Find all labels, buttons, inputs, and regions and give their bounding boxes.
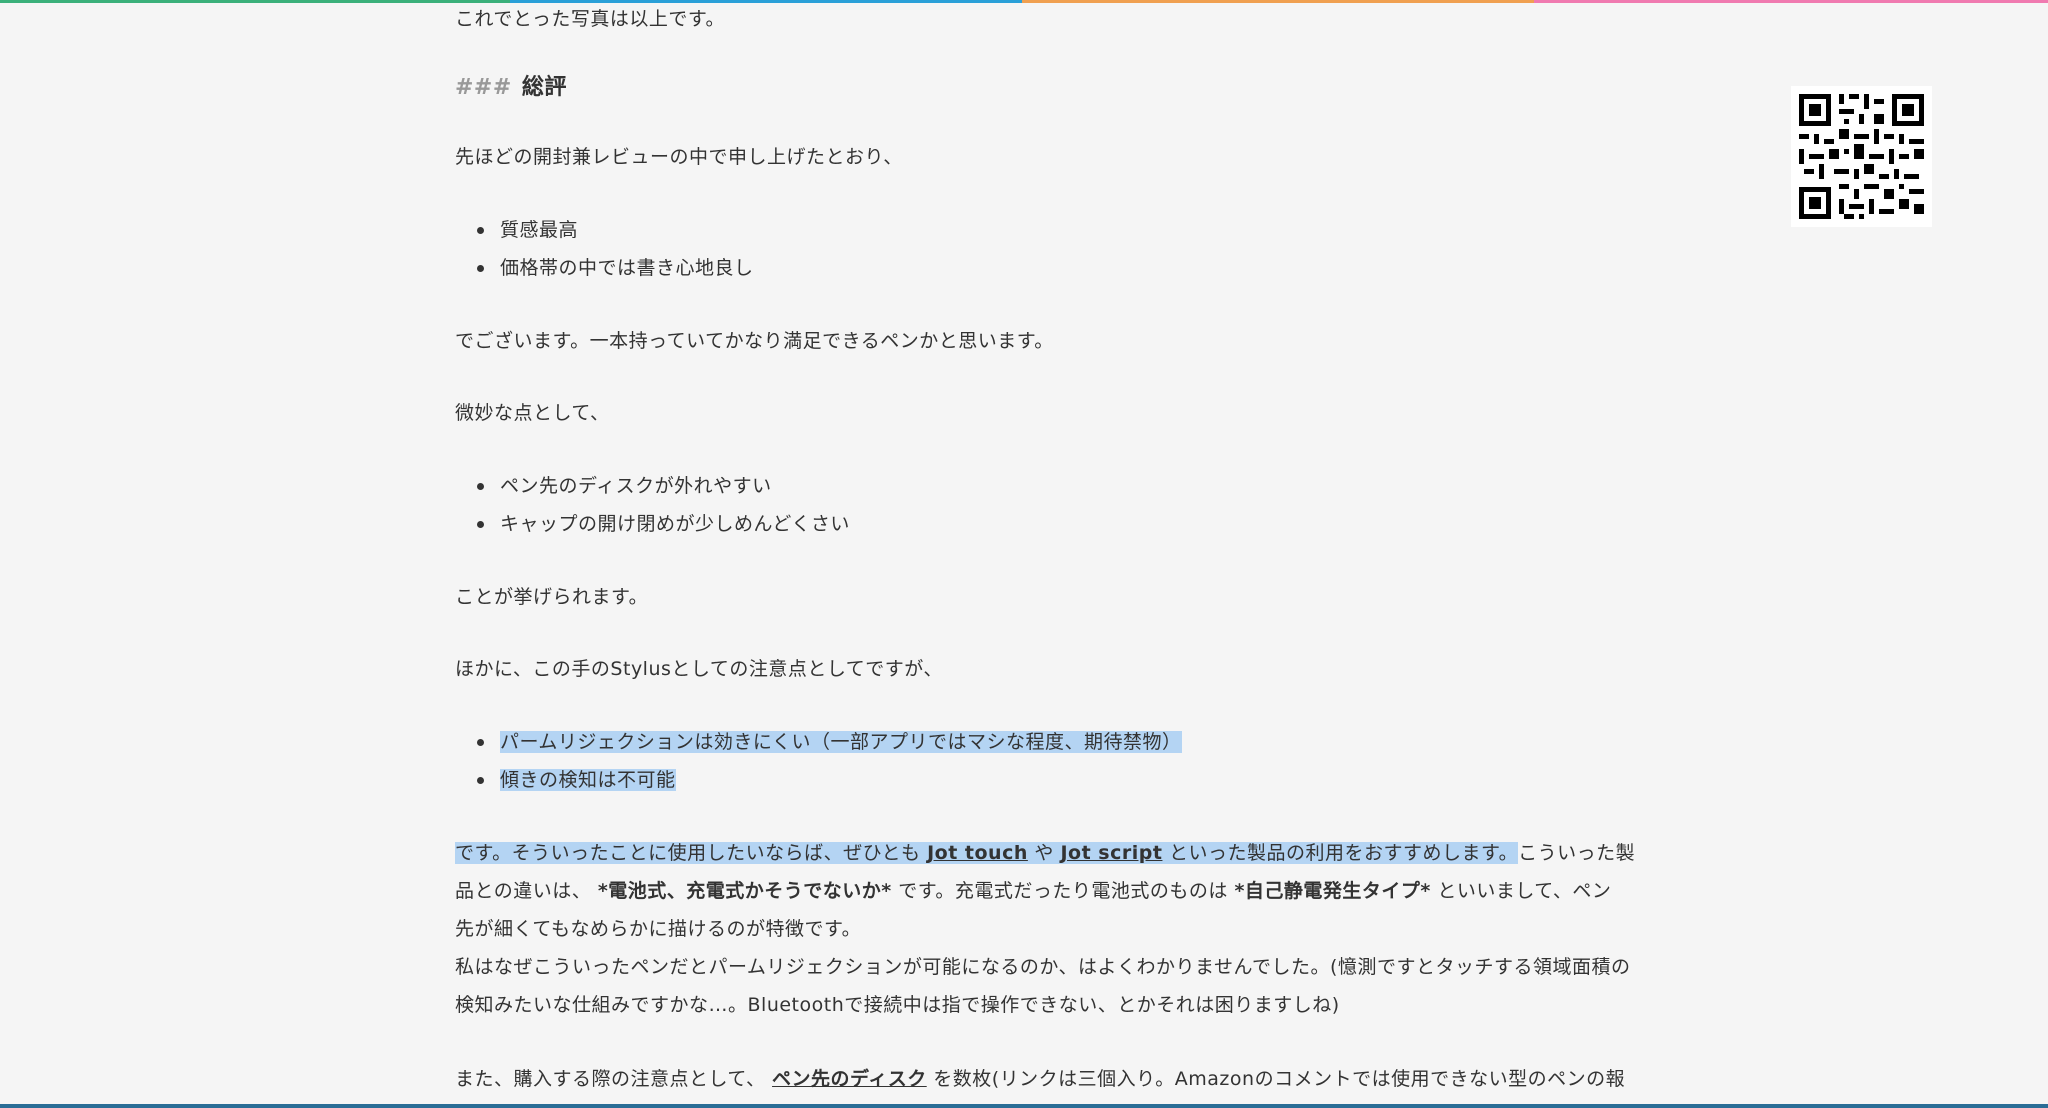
pen-tip-disc-link[interactable]: ペン先のディスク bbox=[772, 1068, 927, 1090]
bottom-accent-bar bbox=[0, 1104, 2048, 1108]
selected-text: です。そういったことに使用したいならば、ぜひとも Jot touch や Jot… bbox=[455, 842, 1519, 864]
bold-text: *電池式、充電式かそうでないか* bbox=[597, 880, 892, 902]
accent-orange bbox=[1022, 0, 1534, 3]
list-item: 質感最高 bbox=[500, 219, 579, 241]
bullet-dot bbox=[477, 265, 484, 272]
paragraph-purchase: また、購入する際の注意点として、 ペン先のディスク を数枚(リンクは三個入り。A… bbox=[455, 1060, 1625, 1098]
text-span: といいまして、ペン bbox=[1437, 880, 1612, 902]
paragraph-recommend-line1: です。そういったことに使用したいならば、ぜひとも Jot touch や Jot… bbox=[455, 834, 1635, 872]
list-item: ペン先のディスクが外れやすい bbox=[500, 475, 772, 497]
paragraph-summary: でございます。一本持っていてかなり満足できるペンかと思います。 bbox=[455, 330, 1054, 352]
section-heading: ### 総評 bbox=[455, 69, 567, 107]
list-item: 価格帯の中では書き心地良し bbox=[500, 257, 754, 279]
text-span: といった製品の利用をおすすめします。 bbox=[1169, 842, 1519, 864]
heading-text: 総評 bbox=[521, 75, 567, 100]
text-span: こういった製 bbox=[1518, 842, 1636, 864]
intro-end-text: これでとった写真は以上です。 bbox=[455, 8, 725, 30]
top-accent-bar bbox=[0, 0, 2048, 3]
paragraph-review-ref: 先ほどの開封兼レビューの中で申し上げたとおり、 bbox=[455, 146, 903, 168]
text-span: を数枚(リンクは三個入り。Amazonのコメントでは使用できない型のペンの報 bbox=[933, 1068, 1626, 1090]
paragraph-palm-line2: 検知みたいな仕組みですかな…。Bluetoothで接続中は指で操作できない、とか… bbox=[455, 994, 1340, 1016]
heading-marker: ### bbox=[455, 75, 512, 100]
selected-text: パームリジェクションは効きにくい（一部アプリではマシな程度、期待禁物） bbox=[500, 731, 1182, 753]
accent-green bbox=[0, 0, 510, 3]
paragraph-recommend-line3: 先が細くてもなめらかに描けるのが特徴です。 bbox=[455, 918, 862, 940]
paragraph-cons-end: ことが挙げられます。 bbox=[455, 586, 649, 608]
bullet-dot bbox=[477, 739, 484, 746]
bullet-dot bbox=[477, 483, 484, 490]
list-item: 傾きの検知は不可能 bbox=[500, 761, 676, 799]
text-span: 品との違いは、 bbox=[455, 880, 592, 902]
paragraph-palm-line1: 私はなぜこういったペンだとパームリジェクションが可能になるのか、はよくわかりませ… bbox=[455, 956, 1631, 978]
list-item: パームリジェクションは効きにくい（一部アプリではマシな程度、期待禁物） bbox=[500, 723, 1182, 761]
paragraph-stylus-intro: ほかに、この手のStylusとしての注意点としてですが、 bbox=[455, 658, 943, 680]
text-span: です。充電式だったり電池式のものは bbox=[898, 880, 1228, 902]
bullet-dot bbox=[477, 521, 484, 528]
paragraph-recommend-line2: 品との違いは、 *電池式、充電式かそうでないか* です。充電式だったり電池式のも… bbox=[455, 872, 1611, 910]
paragraph-cons-intro: 微妙な点として、 bbox=[455, 402, 610, 424]
text-span: です。そういったことに使用したいならば、ぜひとも bbox=[455, 842, 921, 864]
selected-text: 傾きの検知は不可能 bbox=[500, 769, 676, 791]
bold-text: *自己静電発生タイプ* bbox=[1234, 880, 1431, 902]
accent-pink bbox=[1534, 0, 2048, 3]
jot-script-link[interactable]: Jot script bbox=[1060, 842, 1162, 864]
text-span: や bbox=[1034, 842, 1054, 864]
bullet-dot bbox=[477, 227, 484, 234]
jot-touch-link[interactable]: Jot touch bbox=[927, 842, 1028, 864]
list-item: キャップの開け閉めが少しめんどくさい bbox=[500, 513, 850, 535]
qr-code-graphic bbox=[1791, 86, 1932, 227]
bullet-dot bbox=[477, 777, 484, 784]
qr-code-icon[interactable] bbox=[1791, 86, 1932, 227]
text-span: また、購入する際の注意点として、 bbox=[455, 1068, 766, 1090]
